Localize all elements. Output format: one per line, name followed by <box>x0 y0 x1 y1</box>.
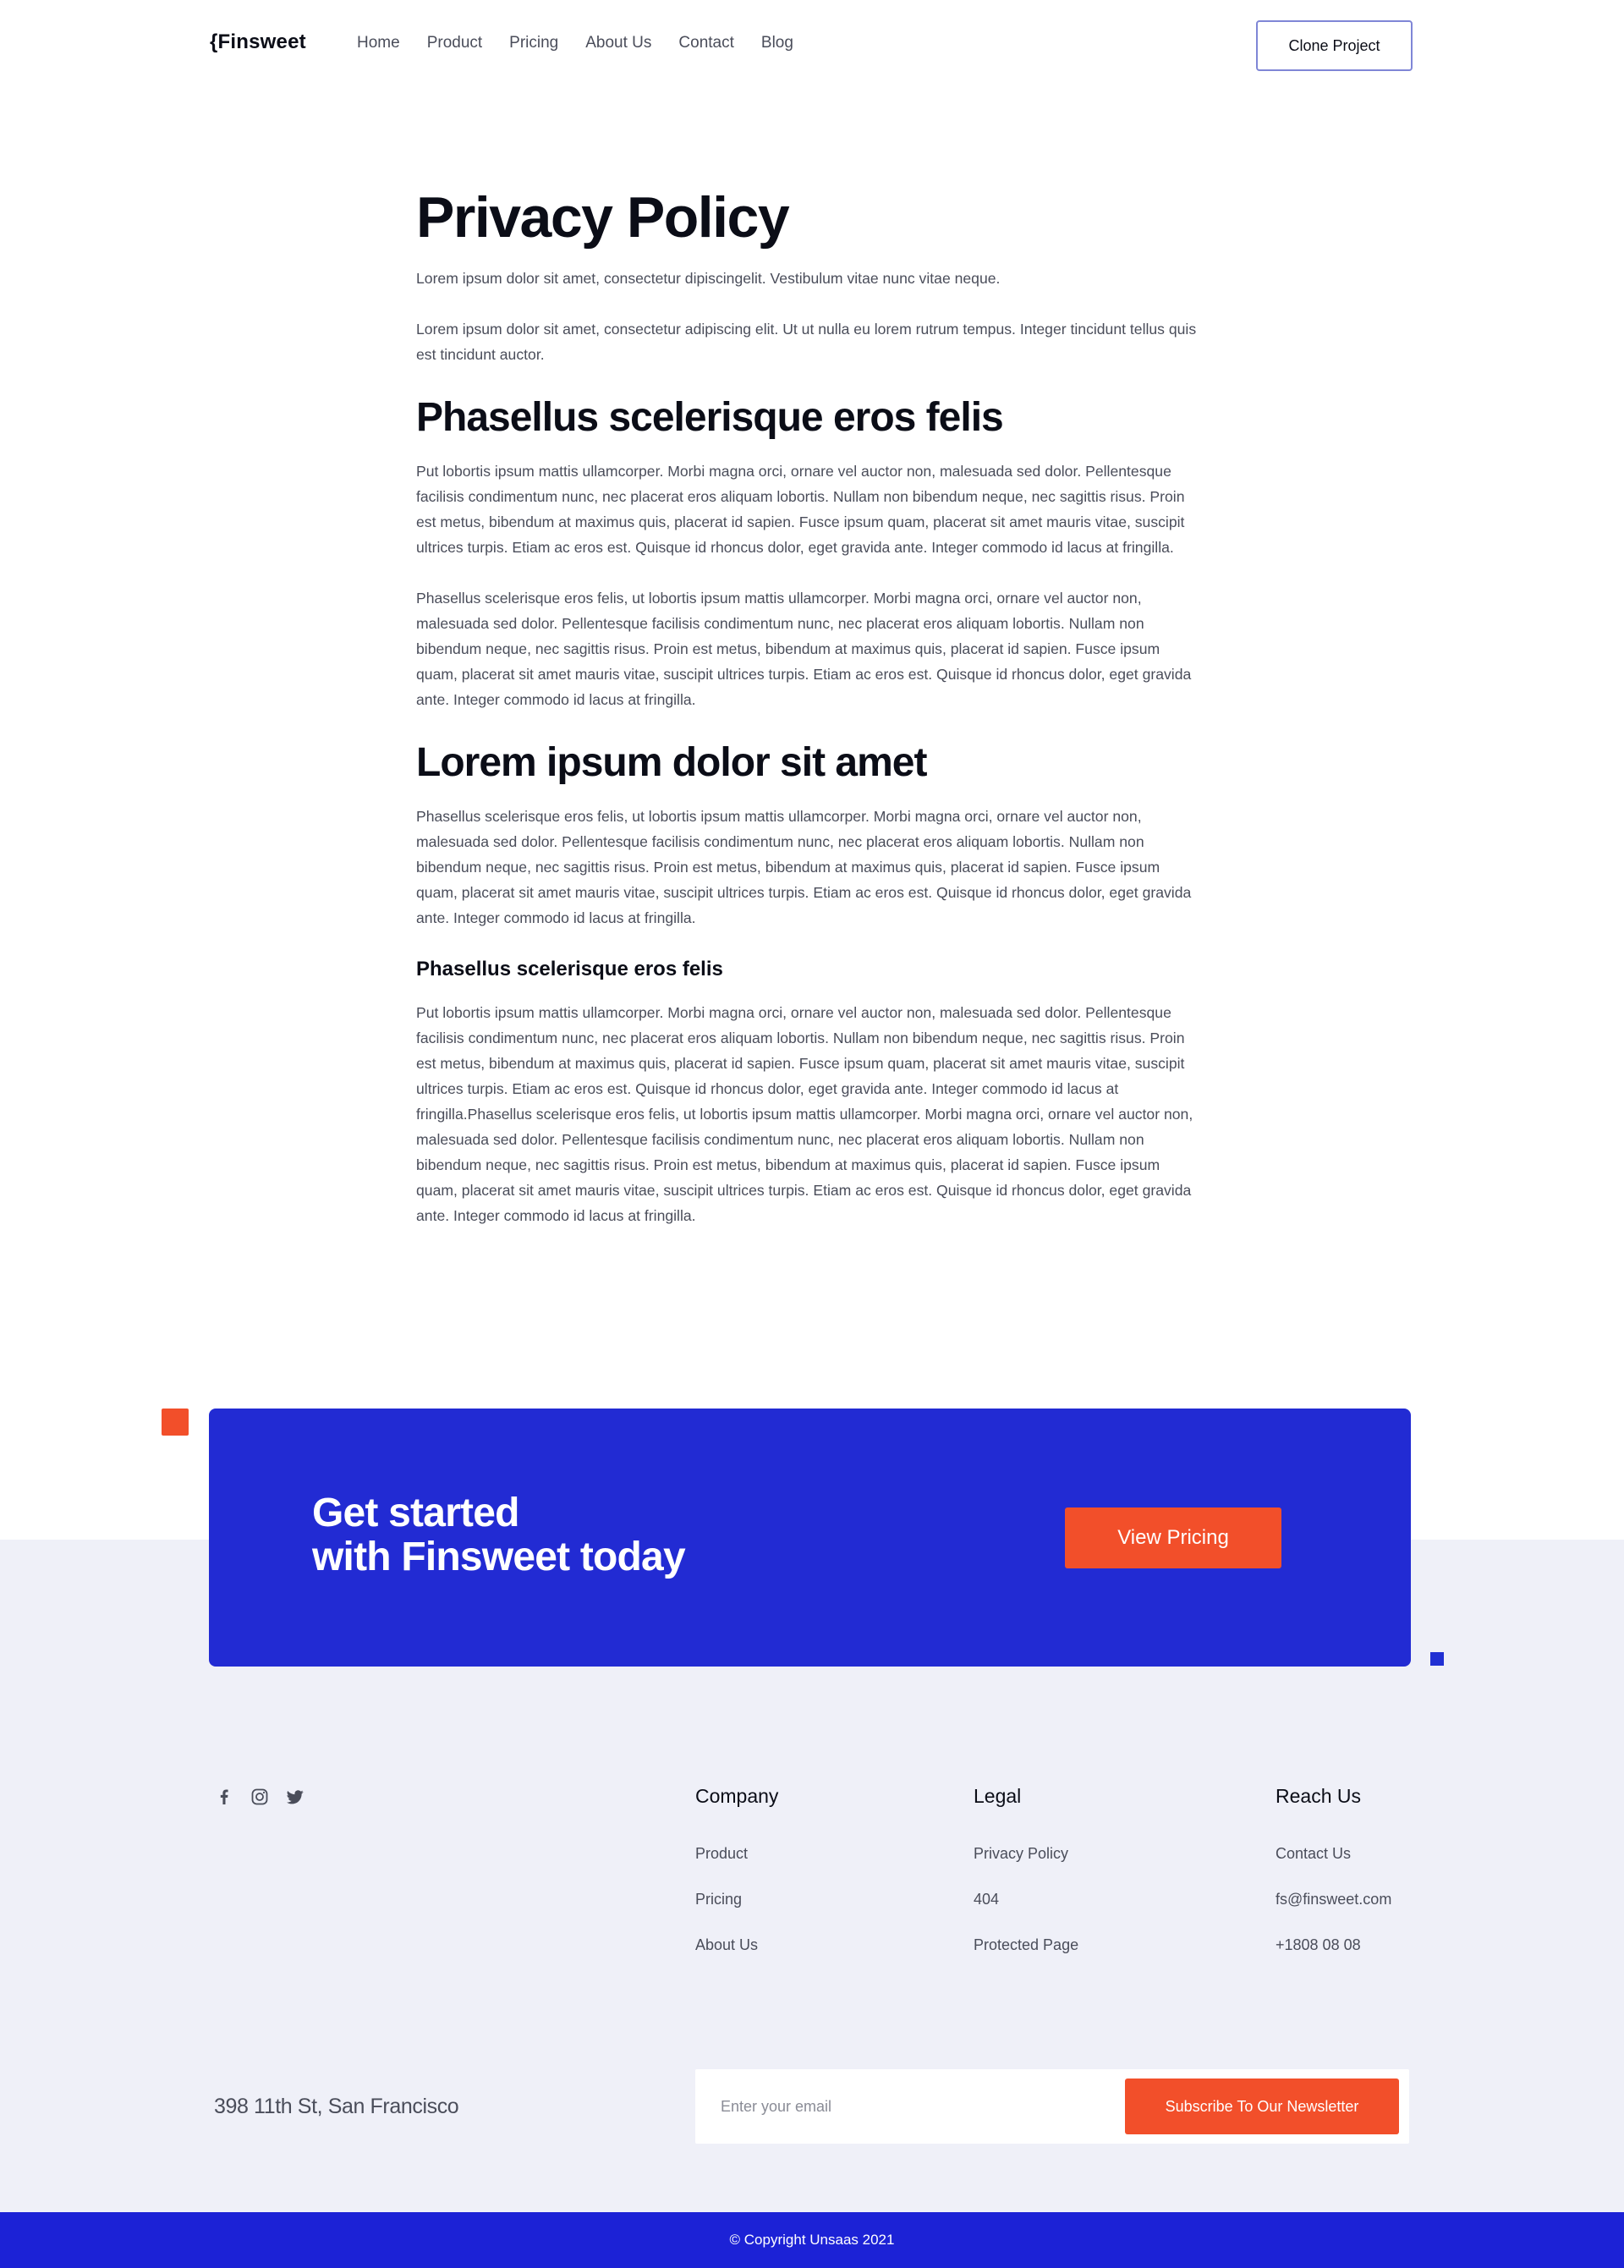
privacy-policy-article: Privacy Policy Lorem ipsum dolor sit ame… <box>416 181 1203 1254</box>
page-title: Privacy Policy <box>416 185 790 250</box>
section-1-paragraph-1: Put lobortis ipsum mattis ullamcorper. M… <box>416 463 1185 556</box>
footer-link-email[interactable]: fs@finsweet.com <box>1276 1891 1391 1908</box>
clone-project-button[interactable]: Clone Project <box>1256 20 1413 71</box>
footer-address: 398 11th St, San Francisco <box>214 2095 459 2118</box>
footer-link-pricing[interactable]: Pricing <box>695 1891 778 1908</box>
nav-links: Home Product Pricing About Us Contact Bl… <box>357 34 793 52</box>
cta-title-line-2: with Finsweet today <box>312 1535 686 1579</box>
logo[interactable]: {Finsweet <box>210 30 306 54</box>
cta-title-line-1: Get started <box>312 1491 519 1535</box>
footer-link-protected-page[interactable]: Protected Page <box>974 1936 1078 1954</box>
footer-link-privacy-policy[interactable]: Privacy Policy <box>974 1845 1078 1863</box>
instagram-icon[interactable] <box>250 1787 270 1807</box>
footer-heading-reach-us: Reach Us <box>1276 1785 1361 1807</box>
footer-column-reach-us: Reach Us Contact Us fs@finsweet.com +180… <box>1276 1785 1391 1982</box>
cta-title: Get started with Finsweet today <box>312 1491 686 1579</box>
footer-column-company: Company Product Pricing About Us <box>695 1785 778 1982</box>
section-2-heading: Lorem ipsum dolor sit amet <box>416 740 927 785</box>
section-2-paragraph-1: Phasellus scelerisque eros felis, ut lob… <box>416 808 1192 926</box>
intro-paragraph-1: Lorem ipsum dolor sit amet, consectetur … <box>416 270 1001 287</box>
footer-link-phone[interactable]: +1808 08 08 <box>1276 1936 1391 1954</box>
twitter-icon[interactable] <box>285 1787 305 1807</box>
subscribe-button[interactable]: Subscribe To Our Newsletter <box>1125 2079 1399 2134</box>
cta-banner: Get started with Finsweet today View Pri… <box>209 1409 1411 1667</box>
nav-link-contact[interactable]: Contact <box>678 34 733 52</box>
section-3-heading: Phasellus scelerisque eros felis <box>416 958 723 980</box>
footer-column-legal: Legal Privacy Policy 404 Protected Page <box>974 1785 1078 1982</box>
view-pricing-button[interactable]: View Pricing <box>1065 1507 1281 1568</box>
nav-link-blog[interactable]: Blog <box>761 34 793 52</box>
copyright-bar: © Copyright Unsaas 2021 <box>0 2212 1624 2268</box>
newsletter-form: Subscribe To Our Newsletter <box>695 2069 1409 2144</box>
facebook-icon[interactable] <box>214 1787 234 1807</box>
section-3-paragraph-1: Put lobortis ipsum mattis ullamcorper. M… <box>416 1004 1193 1224</box>
nav-link-product[interactable]: Product <box>427 34 482 52</box>
top-navigation: {Finsweet Home Product Pricing About Us … <box>0 0 1624 91</box>
footer-heading-legal: Legal <box>974 1785 1022 1807</box>
footer-link-contact-us[interactable]: Contact Us <box>1276 1845 1391 1863</box>
nav-link-pricing[interactable]: Pricing <box>509 34 558 52</box>
intro-paragraph-2: Lorem ipsum dolor sit amet, consectetur … <box>416 321 1197 363</box>
social-links <box>214 1787 305 1807</box>
nav-link-about-us[interactable]: About Us <box>585 34 651 52</box>
section-1-paragraph-2: Phasellus scelerisque eros felis, ut lob… <box>416 590 1192 708</box>
newsletter-email-input[interactable] <box>721 2090 1110 2123</box>
copyright-text: © Copyright Unsaas 2021 <box>729 2232 895 2248</box>
section-1-heading: Phasellus scelerisque eros felis <box>416 395 1004 440</box>
decorative-blue-square <box>1430 1652 1444 1666</box>
footer-link-about-us[interactable]: About Us <box>695 1936 778 1954</box>
nav-link-home[interactable]: Home <box>357 34 400 52</box>
decorative-orange-square <box>162 1409 189 1436</box>
footer-link-404[interactable]: 404 <box>974 1891 1078 1908</box>
footer-link-product[interactable]: Product <box>695 1845 778 1863</box>
footer-heading-company: Company <box>695 1785 779 1807</box>
